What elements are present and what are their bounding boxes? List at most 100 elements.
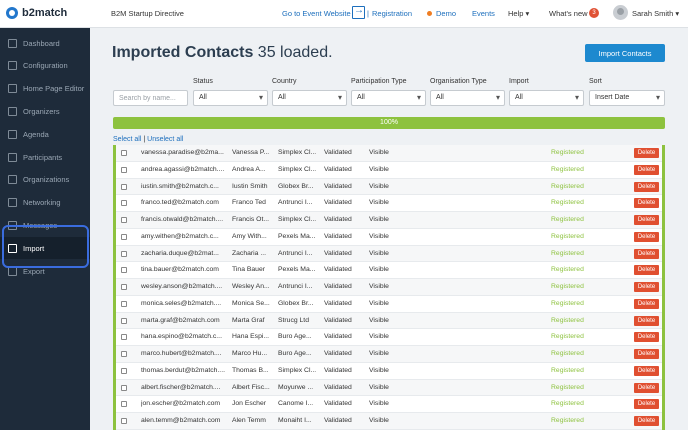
row-checkbox[interactable] xyxy=(121,200,127,207)
sidebar-item-configuration[interactable]: Configuration xyxy=(0,55,90,77)
delete-button[interactable]: Delete xyxy=(634,181,659,192)
contact-name: Tina Bauer xyxy=(232,266,265,274)
row-checkbox[interactable] xyxy=(121,401,127,408)
validation-status: Validated xyxy=(324,417,352,424)
delete-button[interactable]: Delete xyxy=(634,148,659,158)
sidebar-item-participants[interactable]: Participants xyxy=(0,146,90,168)
registration-status: Registered xyxy=(551,299,584,307)
visibility-status: Visible xyxy=(369,283,389,290)
contact-email: wesley.anson@b2match.... xyxy=(141,283,223,290)
contact-organisation: Antrunci I... xyxy=(278,199,313,207)
visibility-status: Visible xyxy=(369,417,389,424)
row-checkbox[interactable] xyxy=(121,267,127,274)
country-select[interactable]: All xyxy=(272,90,347,106)
contact-organisation: Antrunci I... xyxy=(278,283,313,290)
delete-button[interactable]: Delete xyxy=(634,298,659,309)
row-checkbox[interactable] xyxy=(121,334,127,341)
row-checkbox[interactable] xyxy=(121,150,127,156)
table-row: amy.withen@b2match.c... Amy With... Pexels… xyxy=(116,229,662,246)
delete-button[interactable]: Delete xyxy=(634,382,659,393)
contact-name: Vanessa P... xyxy=(232,149,270,156)
contact-email: albert.fischer@b2match.... xyxy=(141,383,221,391)
import-contacts-button[interactable]: Import Contacts xyxy=(585,44,665,62)
delete-button[interactable]: Delete xyxy=(634,215,659,225)
selection-separator: | xyxy=(143,136,146,143)
contact-organisation: Simplex Cl... xyxy=(278,366,317,374)
user-name: Sarah Smith xyxy=(632,9,674,18)
contact-organisation: Canome I... xyxy=(278,400,314,408)
registration-status: Registered xyxy=(551,249,584,257)
sidebar-item-home-page-editor[interactable]: Home Page Editor xyxy=(0,78,90,100)
row-checkbox[interactable] xyxy=(121,367,127,374)
sidebar-item-organizations[interactable]: Organizations xyxy=(0,169,90,191)
sidebar-item-label: Agenda xyxy=(23,129,49,139)
search-input[interactable] xyxy=(113,90,188,106)
contact-organisation: Globex Br... xyxy=(278,182,314,190)
select-all-link[interactable]: Select all xyxy=(113,136,141,143)
validation-status: Validated xyxy=(324,350,352,357)
registration-link[interactable]: Registration xyxy=(372,9,412,18)
b2match-logo[interactable]: b2match xyxy=(6,7,67,19)
contact-email: monica.seles@b2match.... xyxy=(141,299,222,307)
whats-new-link[interactable]: What's new xyxy=(549,9,588,18)
home-page-icon xyxy=(8,84,17,94)
registration-icon[interactable] xyxy=(352,5,365,19)
demo-link[interactable]: Demo xyxy=(436,9,456,18)
row-checkbox[interactable] xyxy=(121,250,127,257)
participation-type-select[interactable]: All xyxy=(351,90,426,106)
registration-status: Registered xyxy=(551,232,584,240)
contact-email: hana.espino@b2match.c... xyxy=(141,333,222,341)
sidebar-item-label: Networking xyxy=(23,198,61,208)
row-checkbox[interactable] xyxy=(121,317,127,324)
sidebar-item-label: Configuration xyxy=(23,61,68,71)
validation-status: Validated xyxy=(324,182,352,190)
row-checkbox[interactable] xyxy=(121,384,127,391)
registration-status: Registered xyxy=(551,165,584,173)
sidebar-item-organizers[interactable]: Organizers xyxy=(0,100,90,122)
contact-organisation: Pexels Ma... xyxy=(278,232,316,240)
row-checkbox[interactable] xyxy=(121,300,127,307)
sidebar-item-agenda[interactable]: Agenda xyxy=(0,123,90,145)
row-checkbox[interactable] xyxy=(121,217,127,223)
contact-organisation: Antrunci I... xyxy=(278,249,313,257)
delete-button[interactable]: Delete xyxy=(634,315,659,326)
delete-button[interactable]: Delete xyxy=(634,332,659,343)
row-checkbox[interactable] xyxy=(121,418,127,424)
registration-status: Registered xyxy=(551,400,584,408)
unselect-all-link[interactable]: Unselect all xyxy=(147,136,183,143)
row-checkbox[interactable] xyxy=(121,351,127,357)
row-checkbox[interactable] xyxy=(121,166,127,173)
validation-status: Validated xyxy=(324,333,352,341)
row-checkbox[interactable] xyxy=(121,284,127,290)
import-select[interactable]: All xyxy=(509,90,584,106)
delete-button[interactable]: Delete xyxy=(634,349,659,359)
events-link[interactable]: Events xyxy=(472,9,495,18)
delete-button[interactable]: Delete xyxy=(634,198,659,209)
delete-button[interactable]: Delete xyxy=(634,248,659,259)
delete-button[interactable]: Delete xyxy=(634,416,659,426)
delete-button[interactable]: Delete xyxy=(634,265,659,276)
organisation-type-select[interactable]: All xyxy=(430,90,505,106)
contact-email: iustin.smith@b2match.c... xyxy=(141,182,219,190)
sidebar-item-networking[interactable]: Networking xyxy=(0,192,90,214)
contact-organisation: Pexels Ma... xyxy=(278,266,316,274)
visibility-status: Visible xyxy=(369,299,389,307)
delete-button[interactable]: Delete xyxy=(634,399,659,410)
delete-button[interactable]: Delete xyxy=(634,282,659,292)
delete-button[interactable]: Delete xyxy=(634,164,659,175)
sidebar-item-dashboard[interactable]: Dashboard xyxy=(0,32,90,54)
sort-select[interactable]: Insert Date xyxy=(589,90,665,106)
filter-label-participation-type: Participation Type xyxy=(351,78,407,85)
user-menu[interactable]: Sarah Smith ▾ xyxy=(632,9,679,18)
help-menu[interactable]: Help ▾ xyxy=(508,9,529,18)
visibility-status: Visible xyxy=(369,216,389,223)
row-checkbox[interactable] xyxy=(121,183,127,190)
avatar[interactable] xyxy=(613,5,628,20)
delete-button[interactable]: Delete xyxy=(634,365,659,376)
row-checkbox[interactable] xyxy=(121,233,127,240)
organizations-icon xyxy=(8,175,17,185)
delete-button[interactable]: Delete xyxy=(634,231,659,242)
filter-label-organisation-type: Organisation Type xyxy=(430,78,487,85)
status-select[interactable]: All xyxy=(193,90,268,106)
go-to-event-link[interactable]: Go to Event Website xyxy=(282,9,351,18)
